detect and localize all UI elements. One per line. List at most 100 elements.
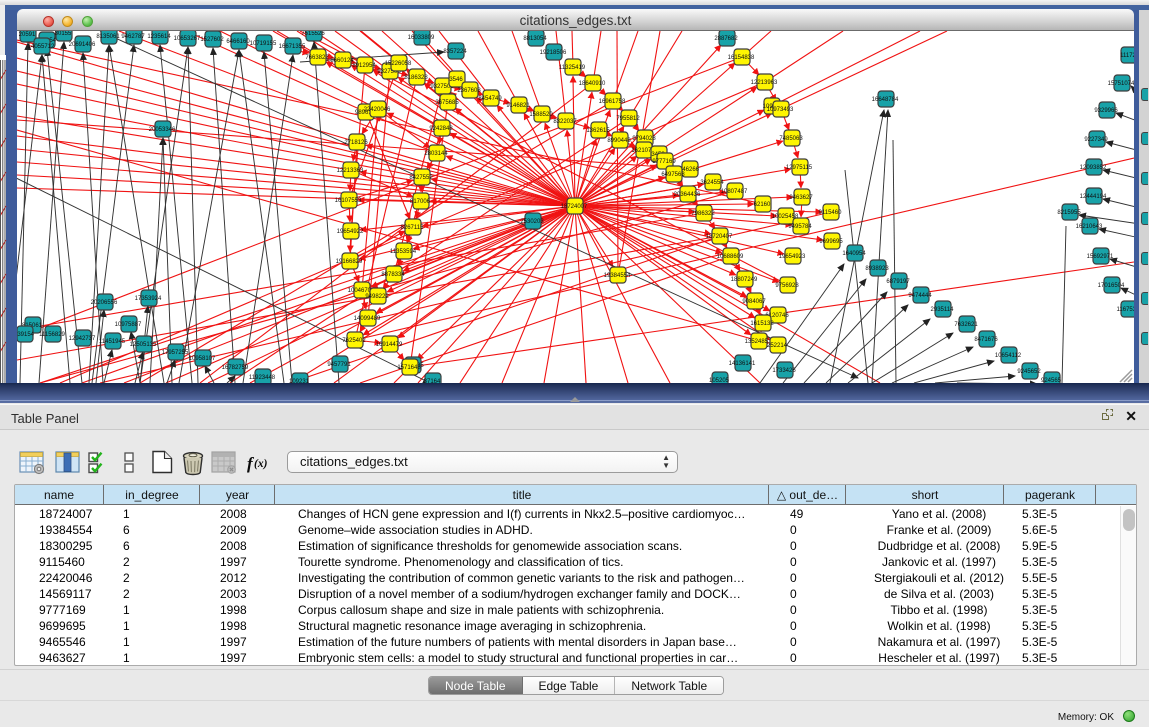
svg-text:10688609: 10688609	[717, 254, 744, 260]
svg-text:7955812: 7955812	[616, 116, 640, 122]
svg-text:18720407: 18720407	[706, 234, 733, 240]
svg-text:16107553: 16107553	[335, 198, 362, 204]
svg-text:16914479: 16914479	[376, 342, 403, 348]
svg-text:14055712: 14055712	[28, 44, 55, 50]
svg-text:8322037: 8322037	[553, 119, 577, 125]
svg-text:9474444: 9474444	[908, 293, 932, 299]
svg-text:7515526: 7515526	[301, 31, 325, 37]
svg-text:1571648: 1571648	[397, 365, 421, 371]
svg-text:10807487: 10807487	[721, 189, 748, 195]
svg-text:8267115: 8267115	[401, 225, 425, 231]
svg-text:9084067: 9084067	[742, 299, 766, 305]
svg-text:12505135: 12505135	[130, 342, 157, 348]
svg-text:252214: 252214	[767, 343, 788, 349]
svg-text:9699695: 9699695	[819, 239, 843, 245]
svg-text:1733426: 1733426	[772, 368, 796, 374]
svg-text:11451945: 11451945	[99, 339, 126, 345]
svg-text:17016504: 17016504	[1098, 283, 1125, 289]
svg-text:11325419: 11325419	[559, 65, 586, 71]
svg-text:2718126: 2718126	[344, 140, 368, 146]
svg-text:11156829: 11156829	[39, 332, 65, 338]
svg-text:16210643: 16210643	[1076, 224, 1103, 230]
svg-text:11923448: 11923448	[249, 375, 276, 381]
svg-text:17353924: 17353924	[135, 296, 162, 302]
svg-text:9457791: 9457791	[327, 362, 351, 368]
svg-text:9498222: 9498222	[365, 294, 389, 300]
svg-text:9242848: 9242848	[429, 126, 453, 132]
svg-text:20053346: 20053346	[149, 127, 176, 133]
svg-text:9462787: 9462787	[121, 34, 145, 40]
svg-text:9245652: 9245652	[1017, 369, 1041, 375]
svg-text:6879197: 6879197	[886, 279, 910, 285]
svg-text:7485063: 7485063	[779, 136, 803, 142]
svg-text:2530203: 2530203	[520, 219, 544, 225]
svg-text:1527602: 1527602	[200, 37, 224, 43]
svg-text:20364436: 20364436	[674, 192, 701, 198]
svg-text:6497568: 6497568	[661, 172, 685, 178]
svg-text:14136141: 14136141	[729, 361, 756, 367]
svg-text:16033809: 16033809	[408, 35, 435, 41]
svg-text:8186328: 8186328	[404, 75, 428, 81]
svg-text:8660124: 8660124	[330, 58, 354, 64]
svg-text:1167533: 1167533	[1117, 307, 1134, 313]
svg-text:12213363: 12213363	[337, 168, 364, 174]
svg-text:10719155: 10719155	[250, 41, 277, 47]
svg-text:16648784: 16648784	[872, 97, 899, 103]
svg-text:7986322: 7986322	[691, 211, 715, 217]
svg-text:11172: 11172	[1120, 53, 1134, 59]
svg-text:7632621: 7632621	[954, 322, 978, 328]
svg-text:1362615: 1362615	[586, 128, 610, 134]
svg-text:16782759: 16782759	[222, 365, 249, 371]
svg-text:12213963: 12213963	[751, 80, 778, 86]
svg-text:9756928: 9756928	[775, 283, 799, 289]
svg-text:7625402: 7625402	[342, 338, 366, 344]
svg-text:1615132: 1615132	[750, 321, 774, 327]
svg-text:8427552: 8427552	[409, 175, 433, 181]
svg-text:3675685: 3675685	[435, 100, 459, 106]
svg-text:15751074: 15751074	[1108, 81, 1134, 87]
svg-text:20206556: 20206556	[91, 300, 118, 306]
svg-text:2367608: 2367608	[457, 88, 481, 94]
svg-text:10973493: 10973493	[767, 107, 794, 113]
svg-text:9329966: 9329966	[1094, 108, 1118, 114]
svg-text:18724007: 18724007	[561, 204, 588, 210]
svg-text:2803144: 2803144	[424, 151, 448, 157]
svg-text:8878334: 8878334	[381, 272, 405, 278]
svg-text:1640954: 1640954	[842, 251, 866, 257]
svg-text:17957255: 17957255	[162, 350, 189, 356]
svg-text:10653267: 10653267	[174, 36, 201, 42]
svg-text:18807249: 18807249	[731, 277, 758, 283]
svg-text:7663822: 7663822	[305, 55, 329, 61]
svg-text:16961758: 16961758	[599, 99, 626, 105]
svg-text:8912954: 8912954	[352, 63, 376, 69]
svg-text:12093852: 12093852	[1080, 165, 1107, 171]
svg-text:9227349: 9227349	[1084, 137, 1108, 143]
svg-text:8215955: 8215955	[1057, 210, 1081, 216]
svg-text:3546: 3546	[449, 77, 463, 83]
svg-text:8990448: 8990448	[607, 138, 631, 144]
svg-text:20691406: 20691406	[69, 42, 96, 48]
svg-text:20591: 20591	[19, 32, 36, 38]
svg-text:939154: 939154	[17, 332, 35, 338]
svg-text:8471676: 8471676	[974, 337, 998, 343]
svg-text:10958107: 10958107	[189, 356, 216, 362]
svg-text:9794028: 9794028	[632, 136, 656, 142]
svg-text:62160: 62160	[754, 202, 771, 208]
svg-text:19384554: 19384554	[604, 273, 631, 279]
svg-text:2935114: 2935114	[931, 307, 955, 313]
svg-text:9463627: 9463627	[789, 195, 813, 201]
svg-text:6466160: 6466160	[226, 39, 250, 45]
svg-text:9146821: 9146821	[506, 103, 530, 109]
svg-text:19166829: 19166829	[336, 259, 363, 265]
svg-text:817006: 817006	[410, 199, 431, 205]
svg-text:15692971: 15692971	[1087, 254, 1114, 260]
svg-text:9115460: 9115460	[819, 210, 843, 216]
svg-text:3624554: 3624554	[700, 180, 724, 186]
svg-text:1235614: 1235614	[147, 34, 171, 40]
svg-text:19654923: 19654923	[779, 254, 806, 260]
svg-text:22420046: 22420046	[364, 107, 391, 113]
svg-text:8938923: 8938923	[865, 266, 889, 272]
svg-text:9777169: 9777169	[652, 159, 676, 165]
svg-text:12942737: 12942737	[69, 336, 96, 342]
svg-text:12444194: 12444194	[1080, 194, 1107, 200]
